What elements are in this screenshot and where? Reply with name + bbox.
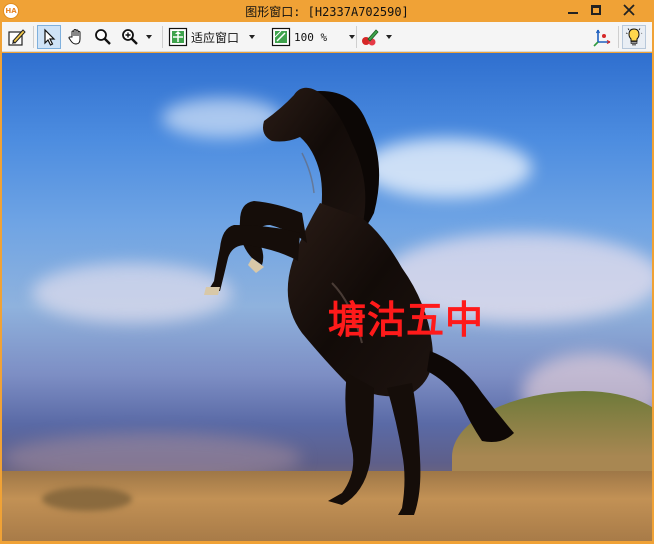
overlay-text: 塘沽五中 <box>328 298 485 342</box>
toolbar: 适应窗口 100 % <box>2 22 652 52</box>
zoom-level-value: 100 % <box>294 30 328 44</box>
toolbar-separator <box>618 26 619 48</box>
window-title: 图形窗口: [H2337A702590] <box>245 5 409 19</box>
close-icon <box>623 4 635 16</box>
fit-window-icon <box>168 27 188 47</box>
color-picker-icon <box>362 29 379 46</box>
graphics-window: HA 图形窗口: [H2337A702590] 适应窗口 100 % 塘沽五中 <box>0 0 654 544</box>
chevron-down-icon[interactable] <box>249 35 256 39</box>
maximize-icon <box>591 5 601 15</box>
axes-button[interactable] <box>590 25 614 49</box>
hand-pan-icon <box>68 28 81 45</box>
light-toggle-button[interactable] <box>622 25 646 49</box>
rearing-horse <box>204 87 514 515</box>
title-bar[interactable]: HA 图形窗口: [H2337A702590] <box>0 0 654 22</box>
fit-mode-dropdown[interactable]: 适应窗口 <box>168 25 256 49</box>
edit-draw-icon <box>8 29 26 46</box>
chevron-down-icon[interactable] <box>349 35 356 39</box>
lightbulb-icon <box>625 28 643 46</box>
zoom-level-dropdown[interactable]: 100 % <box>271 25 356 49</box>
toolbar-separator <box>33 26 34 48</box>
toolbar-separator <box>356 26 357 48</box>
magnify-tool-button[interactable] <box>91 25 115 49</box>
minimize-icon <box>568 12 578 14</box>
toolbar-separator <box>162 26 163 48</box>
chevron-down-icon[interactable] <box>146 35 152 39</box>
fit-mode-label: 适应窗口 <box>191 30 240 45</box>
close-button[interactable] <box>606 0 652 20</box>
zoom-in-tool-button[interactable] <box>118 25 152 49</box>
magnifier-icon <box>95 29 111 45</box>
color-tool-button[interactable] <box>360 25 392 49</box>
pointer-tool-button[interactable] <box>37 25 61 49</box>
edit-tool-button[interactable] <box>5 25 29 49</box>
axes-icon <box>593 29 611 47</box>
zoom-percent-icon <box>271 27 291 47</box>
pan-tool-button[interactable] <box>64 25 88 49</box>
chevron-down-icon[interactable] <box>386 35 392 39</box>
pointer-icon <box>44 28 56 46</box>
zoom-in-icon <box>122 29 138 45</box>
image-canvas[interactable]: 塘沽五中 <box>2 53 652 541</box>
